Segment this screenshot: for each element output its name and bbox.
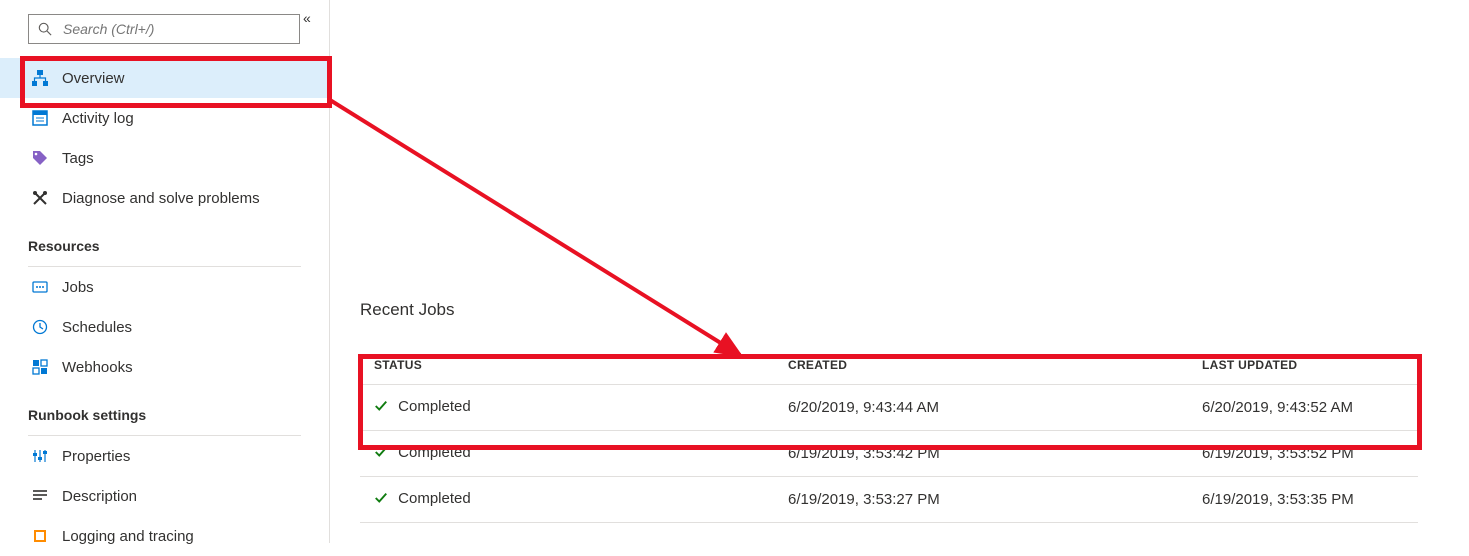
recent-jobs-title: Recent Jobs (360, 300, 1440, 320)
created-text: 6/19/2019, 3:53:27 PM (774, 477, 1188, 523)
recent-jobs-table: STATUS CREATED LAST UPDATED Completed 6/… (360, 344, 1418, 523)
description-icon (32, 488, 48, 504)
logging-icon (32, 528, 48, 544)
col-created[interactable]: CREATED (774, 344, 1188, 385)
sidebar-item-label: Properties (62, 448, 130, 465)
table-header-row: STATUS CREATED LAST UPDATED (360, 344, 1418, 385)
properties-icon (32, 448, 48, 464)
col-status[interactable]: STATUS (360, 344, 774, 385)
search-wrap (28, 14, 301, 44)
sidebar-item-properties[interactable]: Properties (0, 436, 329, 476)
wrench-icon (32, 190, 48, 206)
status-text: Completed (398, 398, 471, 415)
sidebar-item-label: Logging and tracing (62, 528, 194, 545)
sidebar-item-label: Description (62, 488, 137, 505)
section-label-runbook: Runbook settings (0, 387, 329, 429)
sitemap-icon (32, 70, 48, 86)
sidebar-item-label: Schedules (62, 319, 132, 336)
updated-text: 6/19/2019, 3:53:35 PM (1188, 477, 1418, 523)
sidebar-item-activity-log[interactable]: Activity log (0, 98, 329, 138)
check-icon (374, 445, 388, 463)
updated-text: 6/19/2019, 3:53:52 PM (1188, 431, 1418, 477)
jobs-icon (32, 279, 48, 295)
sidebar-item-label: Overview (62, 70, 125, 87)
sidebar-item-logging[interactable]: Logging and tracing (0, 516, 329, 556)
sidebar-item-label: Webhooks (62, 359, 133, 376)
sidebar: « Overview Activity log (0, 0, 330, 543)
sidebar-item-description[interactable]: Description (0, 476, 329, 516)
status-text: Completed (398, 444, 471, 461)
sidebar-item-label: Jobs (62, 279, 94, 296)
sidebar-item-diagnose[interactable]: Diagnose and solve problems (0, 178, 329, 218)
check-icon (374, 491, 388, 509)
sidebar-item-schedules[interactable]: Schedules (0, 307, 329, 347)
sidebar-item-tags[interactable]: Tags (0, 138, 329, 178)
search-icon (38, 22, 52, 36)
search-input[interactable] (28, 14, 300, 44)
webhook-icon (32, 359, 48, 375)
collapse-sidebar-button[interactable]: « (303, 10, 323, 30)
created-text: 6/19/2019, 3:53:42 PM (774, 431, 1188, 477)
sidebar-item-label: Activity log (62, 110, 134, 127)
created-text: 6/20/2019, 9:43:44 AM (774, 385, 1188, 431)
sidebar-item-label: Diagnose and solve problems (62, 190, 260, 207)
col-updated[interactable]: LAST UPDATED (1188, 344, 1418, 385)
sidebar-item-overview[interactable]: Overview (0, 58, 329, 98)
sidebar-item-label: Tags (62, 150, 94, 167)
tag-icon (32, 150, 48, 166)
sidebar-item-webhooks[interactable]: Webhooks (0, 347, 329, 387)
section-label-resources: Resources (0, 218, 329, 260)
table-row[interactable]: Completed 6/19/2019, 3:53:27 PM 6/19/201… (360, 477, 1418, 523)
status-text: Completed (398, 490, 471, 507)
check-icon (374, 399, 388, 417)
sidebar-item-jobs[interactable]: Jobs (0, 267, 329, 307)
log-icon (32, 110, 48, 126)
main-content: Recent Jobs STATUS CREATED LAST UPDATED … (360, 300, 1440, 523)
clock-icon (32, 319, 48, 335)
table-row[interactable]: Completed 6/19/2019, 3:53:42 PM 6/19/201… (360, 431, 1418, 477)
updated-text: 6/20/2019, 9:43:52 AM (1188, 385, 1418, 431)
table-row[interactable]: Completed 6/20/2019, 9:43:44 AM 6/20/201… (360, 385, 1418, 431)
